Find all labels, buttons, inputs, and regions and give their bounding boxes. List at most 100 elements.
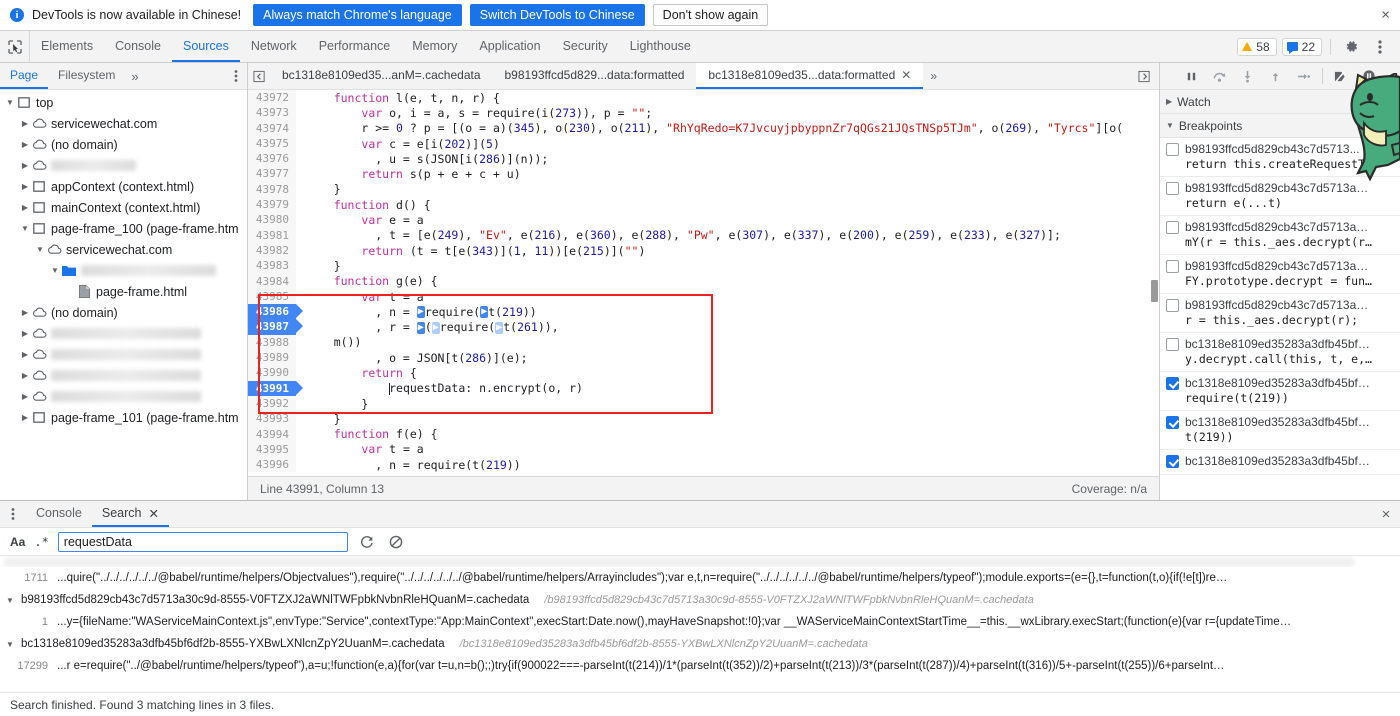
- settings-gear-icon[interactable]: [1339, 35, 1363, 59]
- match-case-toggle[interactable]: Aa: [10, 535, 25, 549]
- code-line[interactable]: 43993 }: [248, 411, 1159, 427]
- code-line[interactable]: 43975 var c = e[i(202)](5): [248, 135, 1159, 152]
- editor-more-tabs-icon[interactable]: »: [923, 63, 944, 89]
- line-number-breakpoint[interactable]: 43986: [248, 304, 303, 320]
- code-line[interactable]: 43990 return {: [248, 365, 1159, 381]
- chevron-right-icon[interactable]: ▶: [19, 161, 31, 170]
- code-line[interactable]: 43992 }: [248, 395, 1159, 412]
- line-number[interactable]: 43981: [248, 227, 296, 243]
- drawer-tab-console[interactable]: Console: [26, 501, 92, 527]
- editor-scrollbar[interactable]: [1150, 90, 1159, 476]
- tree-item[interactable]: ▶: [0, 155, 247, 176]
- close-icon[interactable]: ×: [1381, 8, 1390, 23]
- tab-performance[interactable]: Performance: [308, 31, 402, 62]
- chevron-down-icon[interactable]: ▼: [4, 640, 16, 649]
- tree-item[interactable]: ▶: [0, 386, 247, 407]
- code-line[interactable]: 43988 m()): [248, 334, 1159, 351]
- breakpoint-checkbox[interactable]: [1166, 299, 1179, 312]
- chevron-right-icon[interactable]: ▶: [19, 371, 31, 380]
- drawer-kebab-icon[interactable]: [0, 501, 26, 527]
- editor-tab[interactable]: b98193ffcd5d829...data:formatted: [493, 63, 697, 89]
- code-line[interactable]: 43984 function g(e) {: [248, 273, 1159, 289]
- line-number[interactable]: 43974: [248, 120, 296, 136]
- line-number[interactable]: 43983: [248, 258, 296, 274]
- line-number-breakpoint[interactable]: 43991: [248, 380, 303, 396]
- navigator-kebab-icon[interactable]: [225, 63, 247, 89]
- code-line[interactable]: 43987 , r = ▶(▶require(▶t(261)),: [248, 319, 1159, 335]
- chevron-down-icon[interactable]: ▼: [34, 245, 46, 254]
- section-breakpoints[interactable]: ▼ Breakpoints: [1160, 114, 1400, 138]
- line-number[interactable]: 43989: [248, 350, 296, 366]
- pause-on-exceptions-icon[interactable]: [1356, 65, 1382, 87]
- tree-item[interactable]: ▼ top: [0, 92, 247, 113]
- more-options-kebab-icon[interactable]: [1368, 35, 1392, 59]
- tab-scroll-left-icon[interactable]: [248, 63, 270, 89]
- tree-item[interactable]: page-frame.html: [0, 281, 247, 302]
- tab-lighthouse[interactable]: Lighthouse: [619, 31, 702, 62]
- line-number[interactable]: 43985: [248, 288, 296, 305]
- line-number[interactable]: 43992: [248, 395, 296, 412]
- chevron-right-icon[interactable]: ▶: [19, 350, 31, 359]
- line-number[interactable]: 43973: [248, 105, 296, 121]
- search-result-line[interactable]: 1711 ...quire("../../../../../../@babel/r…: [0, 567, 1400, 589]
- code-line[interactable]: 43991 requestData: n.encrypt(o, r): [248, 380, 1159, 396]
- breakpoint-checkbox[interactable]: [1166, 338, 1179, 351]
- drawer-tab-search[interactable]: Search ✕: [91, 501, 169, 527]
- resume-script-execution-icon[interactable]: [1179, 65, 1205, 87]
- clear-icon[interactable]: [386, 532, 406, 552]
- editor-tab[interactable]: bc1318e8109ed35...data:formatted ✕: [696, 63, 924, 89]
- close-icon[interactable]: ✕: [148, 506, 158, 521]
- line-number[interactable]: 43990: [248, 365, 296, 381]
- breakpoint-item[interactable]: bc1318e8109ed35283a3dfb45bf… t(219)): [1160, 411, 1400, 450]
- tree-item[interactable]: ▶ servicewechat.com: [0, 113, 247, 134]
- line-number[interactable]: 43975: [248, 135, 296, 152]
- breakpoint-item[interactable]: bc1318e8109ed35283a3dfb45bf… y.decrypt.ca…: [1160, 333, 1400, 372]
- code-line[interactable]: 43972 function l(e, t, n, r) {: [248, 90, 1159, 106]
- chevron-right-icon[interactable]: ▶: [19, 329, 31, 338]
- step-over-icon[interactable]: [1207, 65, 1233, 87]
- tab-network[interactable]: Network: [240, 31, 308, 62]
- code-line[interactable]: 43985 var t = a: [248, 288, 1159, 305]
- chevron-right-icon[interactable]: ▶: [19, 413, 31, 422]
- breakpoint-item[interactable]: b98193ffcd5d829cb43c7d5713a… return e(...…: [1160, 177, 1400, 216]
- breakpoint-item[interactable]: b98193ffcd5d829cb43c7d5713a… FY.prototype…: [1160, 255, 1400, 294]
- section-watch[interactable]: ▶ Watch: [1160, 90, 1400, 114]
- breakpoint-item[interactable]: b98193ffcd5d829cb43c7d5713a… r = this._ae…: [1160, 294, 1400, 333]
- chevron-right-icon[interactable]: ▶: [19, 308, 31, 317]
- editor-scrollbar-thumb[interactable]: [1151, 280, 1158, 302]
- code-line[interactable]: 43996 , n = require(t(219)): [248, 457, 1159, 473]
- tree-item[interactable]: ▶ page-frame_101 (page-frame.htm: [0, 407, 247, 428]
- line-number[interactable]: 43982: [248, 242, 296, 259]
- chevron-right-icon[interactable]: ▶: [19, 182, 31, 191]
- chevron-right-icon[interactable]: ▶: [1166, 97, 1172, 106]
- line-number[interactable]: 43972: [248, 90, 296, 106]
- tree-item[interactable]: ▼ servicewechat.com: [0, 239, 247, 260]
- tab-elements[interactable]: Elements: [30, 31, 104, 62]
- navigator-more-tabs-icon[interactable]: »: [125, 63, 144, 89]
- code-line[interactable]: 43973 var o, i = a, s = require(i(273)),…: [248, 105, 1159, 121]
- breakpoint-item[interactable]: bc1318e8109ed35283a3dfb45bf…: [1160, 450, 1400, 475]
- message-badge[interactable]: 22: [1281, 37, 1322, 56]
- line-number[interactable]: 43993: [248, 411, 296, 427]
- breakpoint-item[interactable]: b98193ffcd5d829cb43c7d5713a… mY(r = this.…: [1160, 216, 1400, 255]
- chevron-down-icon[interactable]: ▼: [4, 596, 16, 605]
- chevron-right-icon[interactable]: ▶: [19, 392, 31, 401]
- refresh-icon[interactable]: [357, 532, 377, 552]
- search-result-line[interactable]: 1 ...y={fileName:"WAServiceMainContext.js…: [0, 611, 1400, 633]
- chevron-down-icon[interactable]: ▼: [19, 224, 31, 233]
- line-number[interactable]: 43996: [248, 457, 296, 473]
- tree-item[interactable]: ▶: [0, 365, 247, 386]
- tree-item[interactable]: ▶: [0, 344, 247, 365]
- line-number[interactable]: 43979: [248, 197, 296, 213]
- navigator-tab-filesystem[interactable]: Filesystem: [48, 63, 125, 89]
- chevron-right-icon[interactable]: ▶: [19, 203, 31, 212]
- breakpoint-checkbox[interactable]: [1166, 221, 1179, 234]
- code-line[interactable]: 43980 var e = a: [248, 212, 1159, 228]
- breakpoint-item[interactable]: bc1318e8109ed35283a3dfb45bf… require(t(21…: [1160, 372, 1400, 411]
- chevron-right-icon[interactable]: ▶: [19, 140, 31, 149]
- warning-badge[interactable]: 58: [1237, 37, 1277, 56]
- code-line[interactable]: 43982 return (t = t[e(343)](1, 11))[e(21…: [248, 242, 1159, 259]
- breakpoint-checkbox[interactable]: [1166, 143, 1179, 156]
- chevron-right-icon[interactable]: ▶: [19, 119, 31, 128]
- tab-memory[interactable]: Memory: [401, 31, 468, 62]
